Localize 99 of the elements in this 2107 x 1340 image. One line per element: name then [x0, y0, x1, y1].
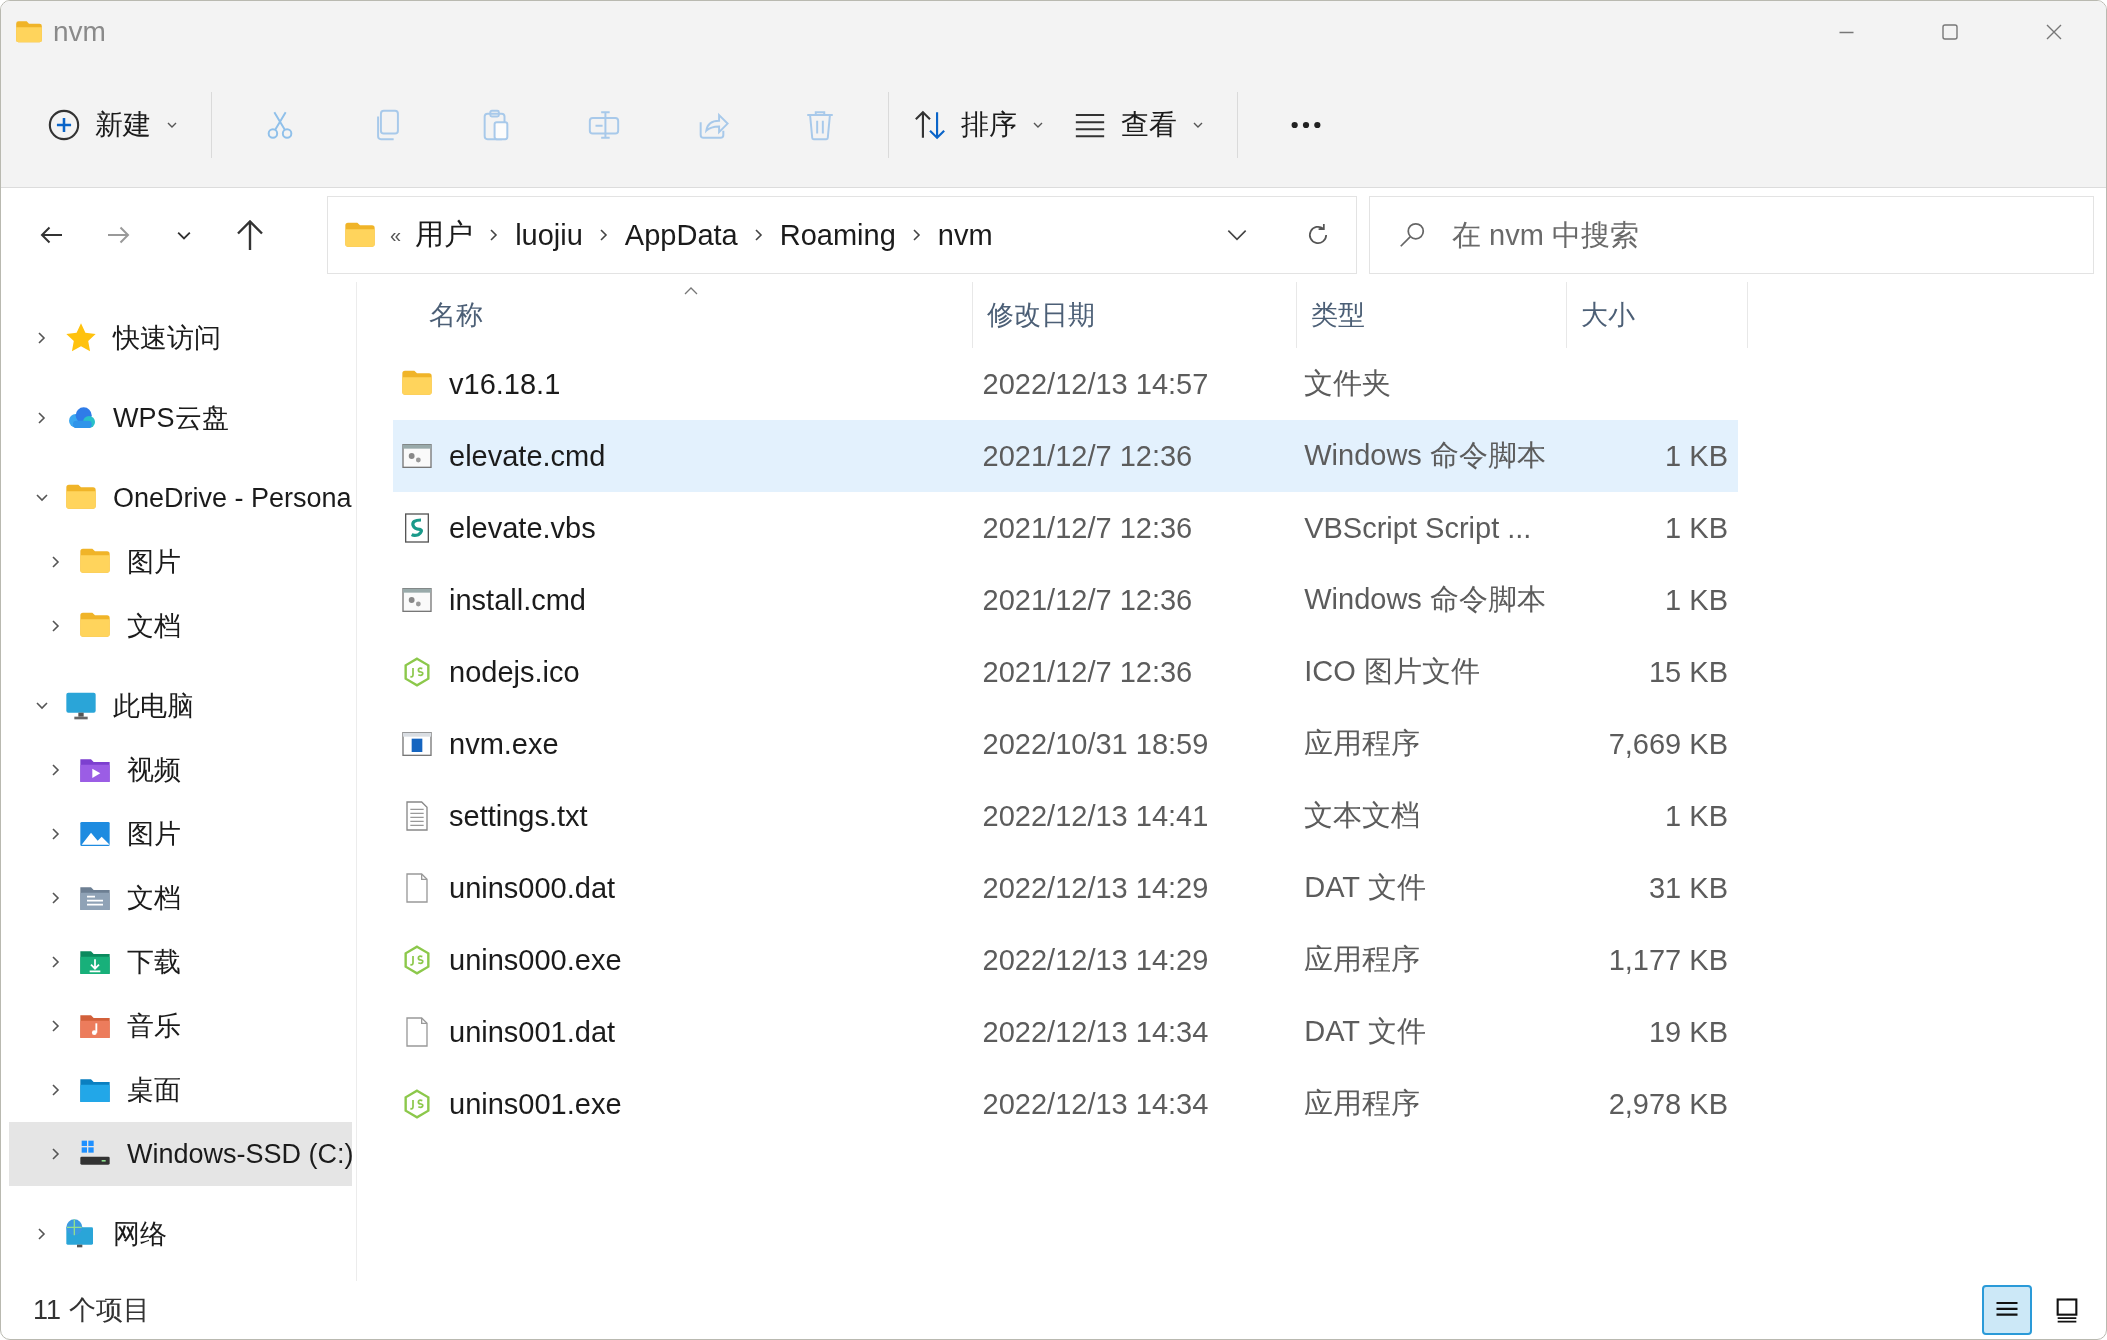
hexagon-icon	[401, 1088, 433, 1120]
file-name: install.cmd	[449, 583, 586, 617]
minimize-icon	[1837, 30, 1855, 34]
file-row[interactable]: v16.18.1 2022/12/13 14:57 文件夹	[393, 348, 1738, 420]
sidebar-item[interactable]: 文档	[9, 866, 352, 930]
view-button[interactable]: 查看	[1063, 90, 1223, 160]
sidebar-item[interactable]: 此电脑	[9, 674, 352, 738]
file-size: 1,177 KB	[1608, 943, 1728, 977]
file-type: 文本文档	[1304, 798, 1421, 833]
file-row[interactable]: elevate.vbs 2021/12/7 12:36 VBScript Script ... 1 KB	[393, 492, 1738, 564]
file-size: 1 KB	[1665, 511, 1728, 545]
breadcrumb-item[interactable]: AppData	[624, 218, 738, 252]
breadcrumb-item[interactable]: 用户	[415, 215, 474, 255]
file-type: DAT 文件	[1304, 870, 1426, 905]
file-name: unins001.dat	[449, 1015, 616, 1049]
file-row[interactable]: unins001.exe 2022/12/13 14:34 应用程序 2,978 KB	[393, 1068, 1738, 1140]
file-type: ICO 图片文件	[1304, 654, 1480, 689]
file-name: nodejs.ico	[449, 655, 580, 689]
file-name: v16.18.1	[449, 367, 561, 401]
item-count: 11 个项目	[33, 1294, 150, 1327]
folder-icon	[344, 220, 376, 250]
modified-date: 2021/12/7 12:36	[982, 655, 1193, 689]
file-row[interactable]: install.cmd 2021/12/7 12:36 Windows 命令脚本 1 KB	[393, 564, 1738, 636]
breadcrumb-item[interactable]: Roaming	[779, 218, 896, 252]
sidebar-item[interactable]: 视频	[9, 738, 352, 802]
sort-up-icon	[682, 286, 699, 296]
search-field[interactable]: 在 nvm 中搜索	[1369, 196, 2094, 274]
search-icon	[1397, 220, 1427, 250]
breadcrumb-item[interactable]: nvm	[937, 218, 993, 252]
file-type: VBScript Script ...	[1304, 511, 1532, 545]
file-type: 应用程序	[1304, 726, 1421, 761]
file-size: 1 KB	[1665, 439, 1728, 473]
file-row[interactable]: settings.txt 2022/12/13 14:41 文本文档 1 KB	[393, 780, 1738, 852]
modified-date: 2022/12/13 14:29	[982, 943, 1209, 977]
modified-date: 2022/12/13 14:29	[982, 871, 1209, 905]
sidebar-item[interactable]: 文档	[9, 594, 352, 658]
file-type: 文件夹	[1304, 366, 1392, 401]
address-bar[interactable]: « 用户 luojiu AppData Roaming nvm	[327, 196, 1357, 274]
file-size: 1 KB	[1665, 799, 1728, 833]
file-row[interactable]: nodejs.ico 2021/12/7 12:36 ICO 图片文件 15 KB	[393, 636, 1738, 708]
file-type: Windows 命令脚本	[1304, 438, 1546, 473]
modified-date: 2022/10/31 18:59	[982, 727, 1209, 761]
file-name: unins000.dat	[449, 871, 616, 905]
file-name: elevate.cmd	[449, 439, 606, 473]
modified-date: 2022/12/13 14:34	[982, 1087, 1209, 1121]
hexagon-icon	[401, 944, 433, 976]
file-size: 15 KB	[1649, 655, 1728, 689]
sidebar-item[interactable]: 图片	[9, 802, 352, 866]
folder-icon	[15, 19, 43, 45]
sidebar-item[interactable]: 网络	[9, 1202, 352, 1266]
modified-date: 2021/12/7 12:36	[982, 439, 1193, 473]
new-button[interactable]: 新建	[37, 90, 197, 160]
sidebar-item[interactable]: 快速访问	[9, 306, 352, 370]
file-row[interactable]: unins001.dat 2022/12/13 14:34 DAT 文件 19 KB	[393, 996, 1738, 1068]
file-size: 1 KB	[1665, 583, 1728, 617]
file-size: 7,669 KB	[1608, 727, 1728, 761]
modified-date: 2022/12/13 14:41	[982, 799, 1209, 833]
file-type: DAT 文件	[1304, 1014, 1426, 1049]
file-name: nvm.exe	[449, 727, 559, 761]
sidebar-item[interactable]: OneDrive - Persona	[9, 466, 352, 530]
file-size: 31 KB	[1649, 871, 1728, 905]
file-type: 应用程序	[1304, 942, 1421, 977]
chevron-down-icon	[177, 230, 191, 240]
star-icon	[65, 322, 97, 354]
column-header[interactable]: 名称	[393, 282, 973, 348]
plus-icon	[47, 108, 81, 142]
modified-date: 2021/12/7 12:36	[982, 583, 1193, 617]
file-size: 2,978 KB	[1608, 1087, 1728, 1121]
column-header[interactable]: 修改日期	[973, 282, 1297, 348]
modified-date: 2022/12/13 14:34	[982, 1015, 1209, 1049]
computer-icon	[65, 690, 97, 722]
file-row[interactable]: unins000.dat 2022/12/13 14:29 DAT 文件 31 KB	[393, 852, 1738, 924]
file-row[interactable]: elevate.cmd 2021/12/7 12:36 Windows 命令脚本 1 KB	[393, 420, 1738, 492]
sidebar-item[interactable]: 图片	[9, 530, 352, 594]
sidebar-item[interactable]: 音乐	[9, 994, 352, 1058]
file-type: Windows 命令脚本	[1304, 582, 1546, 617]
column-header[interactable]: 类型	[1297, 282, 1567, 348]
file-name: elevate.vbs	[449, 511, 596, 545]
sidebar-item[interactable]: WPS云盘	[9, 386, 352, 450]
file-name: unins001.exe	[449, 1087, 622, 1121]
window-title: nvm	[53, 16, 106, 48]
breadcrumb-item[interactable]: luojiu	[515, 218, 583, 252]
file-type: 应用程序	[1304, 1086, 1421, 1121]
file-row[interactable]: unins000.exe 2022/12/13 14:29 应用程序 1,177 KB	[393, 924, 1738, 996]
file-name: settings.txt	[449, 799, 588, 833]
modified-date: 2021/12/7 12:36	[982, 511, 1193, 545]
overflow-button[interactable]: «	[390, 223, 402, 247]
sidebar-item[interactable]: 下载	[9, 930, 352, 994]
file-size: 19 KB	[1649, 1015, 1728, 1049]
sort-icon	[913, 108, 947, 142]
details-view-button[interactable]	[1982, 1285, 2032, 1335]
hexagon-icon	[401, 656, 433, 688]
column-header[interactable]: 大小	[1567, 282, 1748, 348]
sidebar-item[interactable]: 桌面	[9, 1058, 352, 1122]
sidebar-item[interactable]: Windows-SSD (C:)	[9, 1122, 352, 1186]
modified-date: 2022/12/13 14:57	[982, 367, 1209, 401]
sort-button[interactable]: 排序	[903, 90, 1063, 160]
file-row[interactable]: nvm.exe 2022/10/31 18:59 应用程序 7,669 KB	[393, 708, 1738, 780]
file-name: unins000.exe	[449, 943, 622, 977]
